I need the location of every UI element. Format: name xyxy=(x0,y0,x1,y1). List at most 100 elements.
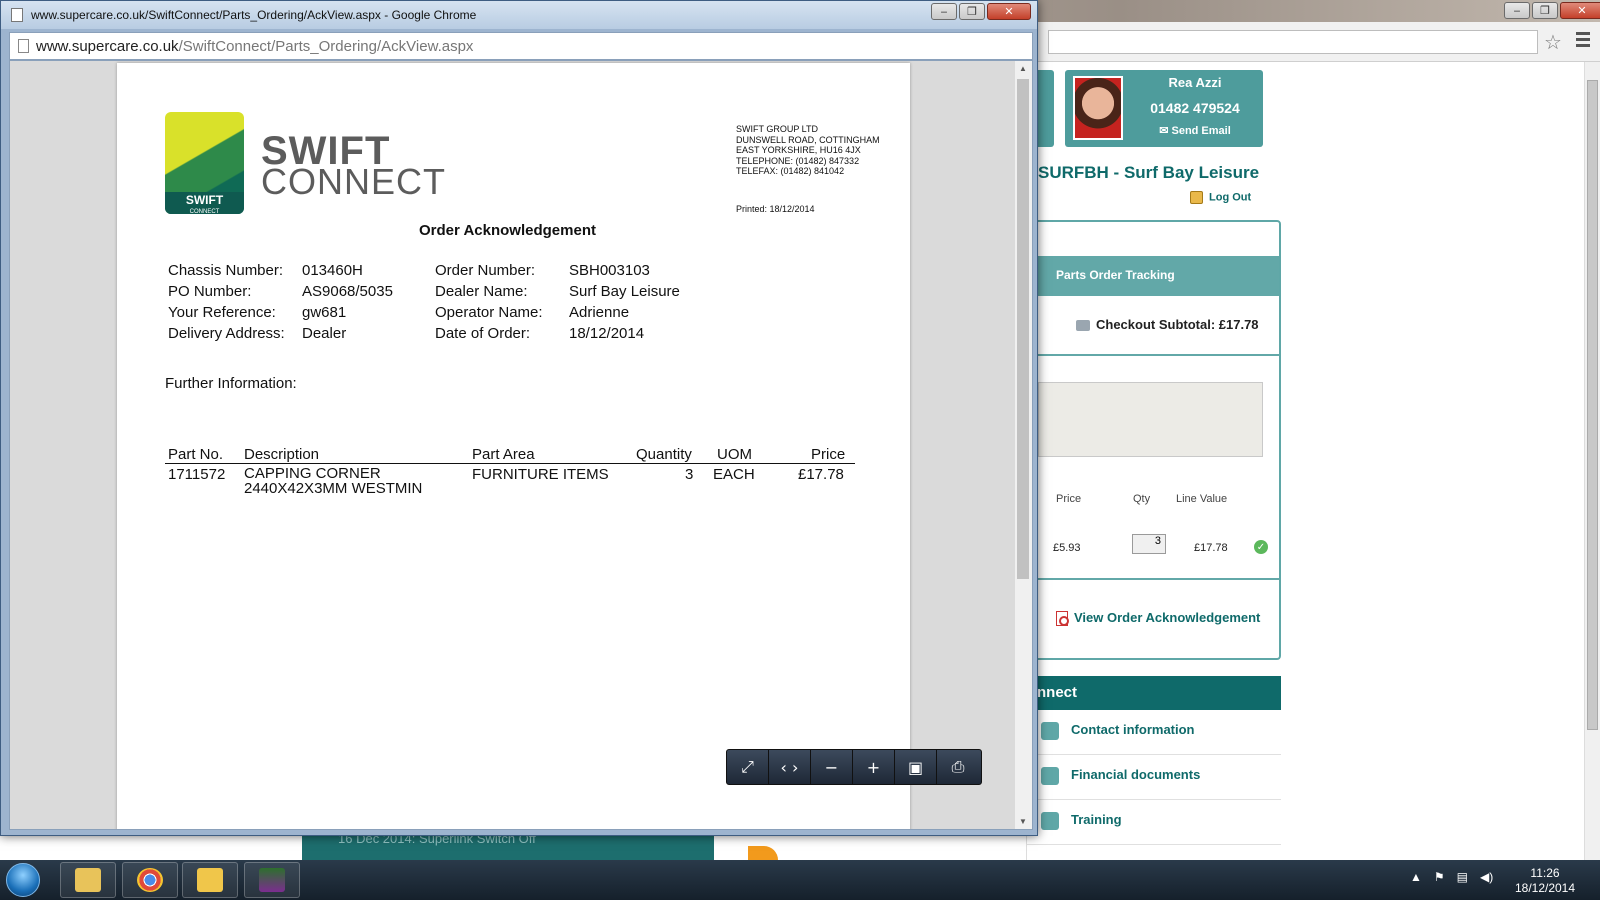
zoom-out-icon[interactable]: − xyxy=(811,750,853,784)
zoom-in-icon[interactable]: + xyxy=(853,750,895,784)
qty-input[interactable]: 3 xyxy=(1132,534,1166,554)
pdf-scrollbar[interactable]: ▲ ▼ xyxy=(1015,61,1032,829)
url-text: www.supercare.co.uk/SwiftConnect/Parts_O… xyxy=(36,38,473,55)
clock-time: 11:26 xyxy=(1530,866,1560,880)
popup-minimize-button[interactable]: ‒ xyxy=(931,3,957,20)
document-icon xyxy=(18,39,29,53)
calculator-icon xyxy=(1041,767,1059,785)
lock-icon xyxy=(1190,191,1203,204)
bg-maximize-button[interactable]: ❐ xyxy=(1532,2,1558,19)
qty-column-header: Qty xyxy=(1133,493,1151,505)
chrome-menu-icon[interactable] xyxy=(1576,32,1590,50)
profile-card: Rea Azzi 01482 479524 ✉ Send Email xyxy=(1065,70,1263,147)
popup-maximize-button[interactable]: ❐ xyxy=(959,3,985,20)
quantity-header: Quantity xyxy=(636,446,692,463)
table-header-rule xyxy=(165,463,855,464)
bookmark-star-icon[interactable]: ☆ xyxy=(1544,30,1562,55)
print-icon[interactable]: ⎙ xyxy=(937,750,979,784)
taskbar-sage[interactable] xyxy=(244,862,300,898)
address-line: DUNSWELL ROAD, COTTINGHAM xyxy=(736,134,880,145)
check-icon: ✓ xyxy=(1254,540,1268,554)
folder-icon xyxy=(75,868,101,892)
company-address: SWIFT GROUP LTD DUNSWELL ROAD, COTTINGHA… xyxy=(736,124,880,177)
taskbar-chrome[interactable] xyxy=(122,862,178,898)
row-part-area: FURNITURE ITEMS xyxy=(472,466,609,483)
dealer-title: SURFBH - Surf Bay Leisure xyxy=(1038,163,1260,182)
reference-label: Your Reference: xyxy=(168,304,276,321)
price-column-header: Price xyxy=(1056,493,1082,505)
printed-date: Printed: 18/12/2014 xyxy=(736,204,815,214)
view-order-acknowledgement-link[interactable]: View Order Acknowledgement xyxy=(1056,610,1260,627)
scroll-up-icon[interactable]: ▲ xyxy=(1019,64,1027,73)
dealer-name-value: Surf Bay Leisure xyxy=(569,283,680,300)
windows-taskbar: ▲ ⚑ ▤ ◀) 11:26 18/12/2014 xyxy=(0,860,1600,900)
row-description: CAPPING CORNER 2440X42X3MM WESTMIN xyxy=(244,466,422,496)
connect-item-contact-information[interactable]: Contact information xyxy=(1027,710,1281,755)
swift-logo-icon: SWIFT CONNECT xyxy=(165,112,244,215)
pdf-viewer: SWIFT CONNECT SWIFT CONNECT SWIFT GROUP L… xyxy=(9,60,1033,830)
delivery-value: Dealer xyxy=(302,325,347,342)
row-price: £17.78 xyxy=(798,466,844,483)
line-value-column-header: Line Value xyxy=(1176,493,1228,505)
operator-value: Adrienne xyxy=(569,304,630,321)
fit-width-icon[interactable]: ‹ › xyxy=(769,750,811,784)
row-description-line: CAPPING CORNER xyxy=(244,465,381,482)
subtotal-text: Checkout Subtotal: £17.78 xyxy=(1096,317,1259,332)
network-icon[interactable]: ▤ xyxy=(1457,870,1468,884)
save-icon[interactable]: ▣ xyxy=(895,750,937,784)
start-button[interactable] xyxy=(6,863,40,897)
popup-address-bar[interactable]: www.supercare.co.uk/SwiftConnect/Parts_O… xyxy=(9,32,1033,60)
tracking-header: Parts Order Tracking xyxy=(1028,256,1279,296)
pdf-icon xyxy=(1056,611,1069,627)
scroll-down-icon[interactable]: ▼ xyxy=(1019,817,1027,826)
logout-link[interactable]: Log Out xyxy=(1190,191,1251,204)
operator-label: Operator Name: xyxy=(435,304,543,321)
address-line: TELEPHONE: (01482) 847332 xyxy=(736,155,860,166)
taskbar-outlook[interactable] xyxy=(182,862,238,898)
fit-page-icon[interactable]: ⤢ xyxy=(727,750,769,784)
avatar xyxy=(1073,76,1123,140)
scroll-thumb[interactable] xyxy=(1017,79,1029,579)
connect-item-training[interactable]: Training xyxy=(1027,800,1281,845)
send-email-link[interactable]: ✉ Send Email xyxy=(1135,124,1255,137)
tray-arrow-icon[interactable]: ▲ xyxy=(1410,870,1422,884)
address-line: SWIFT GROUP LTD xyxy=(736,124,819,134)
popup-titlebar[interactable]: www.supercare.co.uk/SwiftConnect/Parts_O… xyxy=(1,1,1037,29)
row-line-value: £17.78 xyxy=(1194,542,1228,554)
popup-close-button[interactable]: ✕ xyxy=(987,3,1031,20)
bg-minimize-button[interactable]: ‒ xyxy=(1504,2,1530,19)
clock[interactable]: 11:26 18/12/2014 xyxy=(1500,866,1590,896)
bg-close-button[interactable]: ✕ xyxy=(1560,2,1600,19)
logout-label: Log Out xyxy=(1209,191,1252,204)
uom-header: UOM xyxy=(717,446,752,463)
logo-badge-subtext: CONNECT xyxy=(189,209,220,215)
po-label: PO Number: xyxy=(168,283,252,300)
popup-chrome-window: www.supercare.co.uk/SwiftConnect/Parts_O… xyxy=(0,0,1038,836)
divider xyxy=(1028,578,1279,580)
flag-icon[interactable]: ⚑ xyxy=(1434,870,1445,884)
volume-icon[interactable]: ◀) xyxy=(1480,870,1493,884)
po-value: AS9068/5035 xyxy=(302,283,393,300)
send-email-label: Send Email xyxy=(1171,125,1231,137)
chassis-value: 013460H xyxy=(302,262,363,279)
pdf-page: SWIFT CONNECT SWIFT CONNECT SWIFT GROUP L… xyxy=(117,63,910,829)
connect-item-financial-documents[interactable]: Financial documents xyxy=(1027,755,1281,800)
notes-box[interactable] xyxy=(1038,382,1263,457)
address-line: TELEFAX: (01482) 841042 xyxy=(736,166,845,176)
order-number-label: Order Number: xyxy=(435,262,536,279)
parts-order-tracking-panel: Parts Order Tracking Checkout Subtotal: … xyxy=(1026,220,1281,660)
profile-name: Rea Azzi xyxy=(1168,75,1222,90)
taskbar-explorer[interactable] xyxy=(60,862,116,898)
order-date-label: Date of Order: xyxy=(435,325,531,342)
sage-icon xyxy=(259,868,285,892)
background-address-bar[interactable] xyxy=(1048,30,1538,54)
url-domain: www.supercare.co.uk xyxy=(36,38,179,55)
training-icon xyxy=(1041,812,1059,830)
background-scrollbar[interactable] xyxy=(1584,62,1600,860)
row-quantity: 3 xyxy=(685,466,694,483)
logo-word-connect: CONNECT xyxy=(261,161,446,202)
order-date-value: 18/12/2014 xyxy=(569,325,645,342)
row-price: £5.93 xyxy=(1053,542,1081,554)
connect-header: nnect xyxy=(1027,676,1281,710)
connect-item-label: Financial documents xyxy=(1071,767,1201,782)
